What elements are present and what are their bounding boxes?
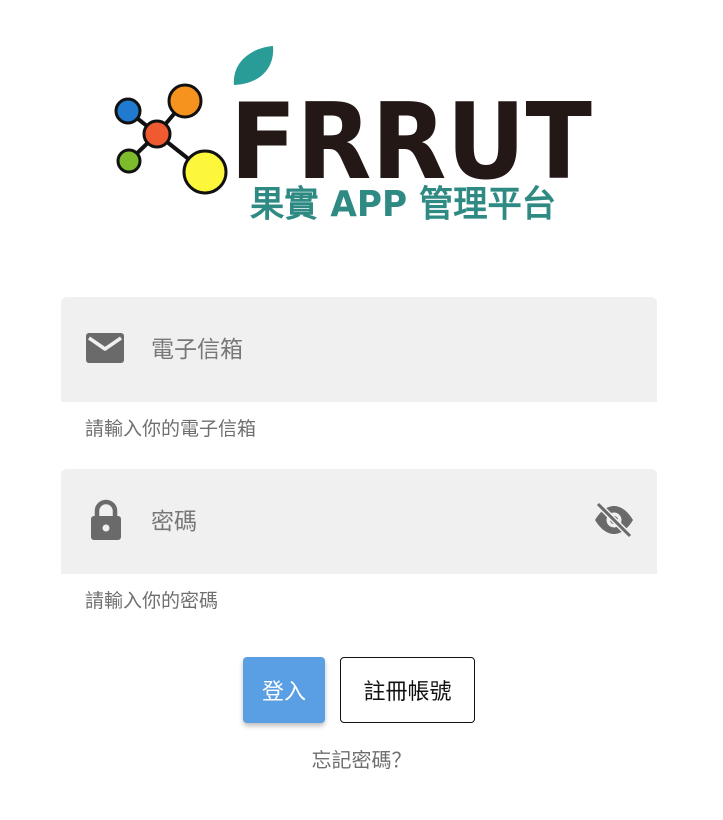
eye-off-icon[interactable] [593, 501, 635, 542]
email-field-container [61, 297, 657, 402]
register-button[interactable]: 註冊帳號 [340, 657, 475, 723]
leaf-icon [233, 46, 274, 85]
login-button[interactable]: 登入 [243, 657, 325, 723]
password-input[interactable] [151, 469, 571, 574]
lock-icon [90, 499, 122, 545]
password-hint: 請輸入你的密碼 [85, 590, 219, 612]
password-field-container [61, 469, 657, 574]
logo-subtitle: 果實 APP 管理平台 [250, 183, 556, 225]
forgot-password-link[interactable]: 忘記密碼？ [0, 744, 723, 773]
email-input[interactable] [151, 297, 571, 402]
app-logo: FRRUT 果實 APP 管理平台 [114, 46, 592, 225]
molecule-icon [114, 83, 228, 195]
mail-icon [85, 332, 125, 368]
email-hint: 請輸入你的電子信箱 [85, 418, 257, 440]
